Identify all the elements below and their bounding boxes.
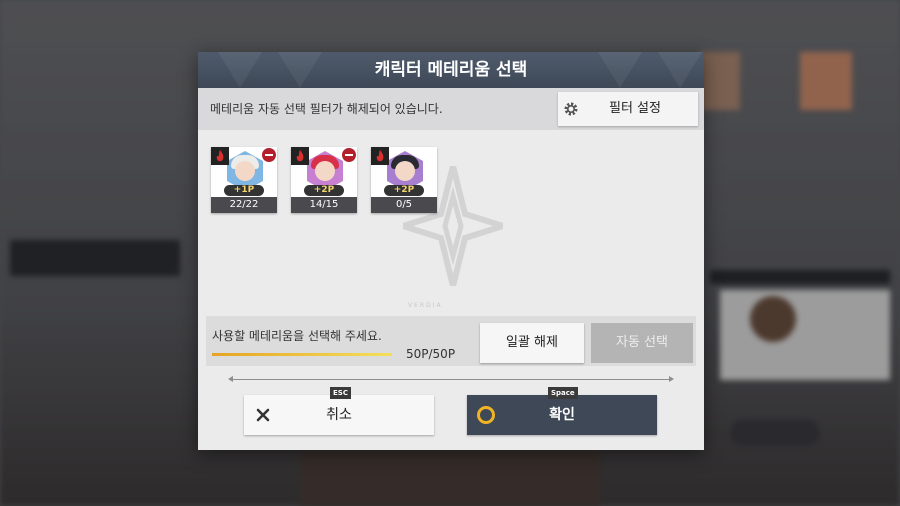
filter-settings-label: 필터 설정 [609,101,661,116]
filter-notice-bar: 메테리움 자동 선택 필터가 해제되어 있습니다. 필터 설정 [198,88,704,130]
remove-badge-icon[interactable] [261,147,277,163]
cancel-button[interactable]: ESC 취소 [244,387,434,435]
materium-count: 0/5 [371,197,437,213]
divider-line [228,376,674,382]
fire-element-icon [371,147,389,165]
filter-notice-text: 메테리움 자동 선택 필터가 해제되어 있습니다. [210,102,443,116]
auto-select-button[interactable]: 자동 선택 [591,323,693,363]
materium-list: VERDIA +1P 22/22 +2P 14/15 +2P 0/5 [198,130,704,316]
materium-card[interactable]: +1P 22/22 [211,147,277,213]
bonus-points-badge: +1P [224,185,264,196]
unselect-all-button[interactable]: 일괄 해제 [480,323,584,363]
selection-status-bar: 사용할 메테리움을 선택해 주세요. 50P/50P 일괄 해제 자동 선택 [206,316,696,366]
confirm-label: 확인 [549,407,575,423]
materium-card[interactable]: +2P 0/5 [371,147,437,213]
selection-instruction: 사용할 메테리움을 선택해 주세요. [212,329,382,343]
filter-settings-button[interactable]: 필터 설정 [558,92,698,126]
fire-element-icon [211,147,229,165]
dialog-title: 캐릭터 메테리움 선택 [374,60,528,80]
points-progress-bar [212,353,392,356]
materium-count: 14/15 [291,197,357,213]
remove-badge-icon[interactable] [341,147,357,163]
points-readout: 50P/50P [406,347,456,361]
materium-count: 22/22 [211,197,277,213]
watermark-text: VERDIA [408,302,443,309]
cancel-label: 취소 [326,407,352,423]
points-progress-fill [212,353,392,356]
confirm-button[interactable]: Space 확인 [467,387,657,435]
dialog-header: 캐릭터 메테리움 선택 [198,52,704,88]
bonus-points-badge: +2P [384,185,424,196]
fire-element-icon [291,147,309,165]
materium-card[interactable]: +2P 14/15 [291,147,357,213]
bonus-points-badge: +2P [304,185,344,196]
materium-select-dialog: 캐릭터 메테리움 선택 메테리움 자동 선택 필터가 해제되어 있습니다. 필터… [198,52,704,450]
